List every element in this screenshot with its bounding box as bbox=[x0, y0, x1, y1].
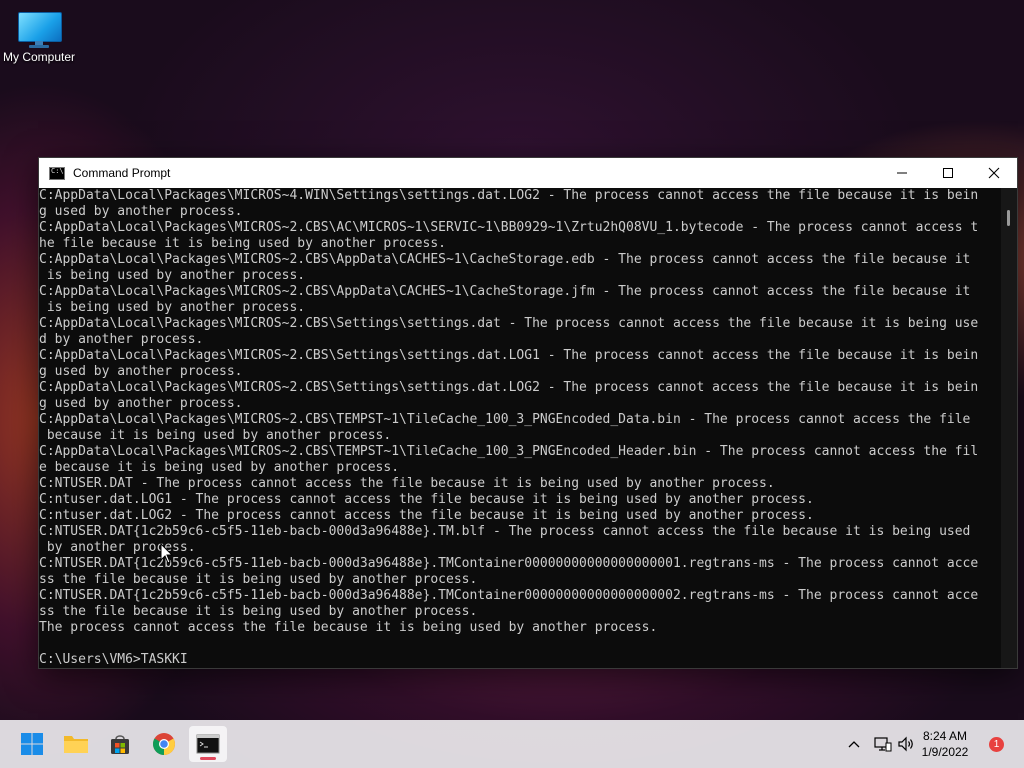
mouse-cursor-icon bbox=[160, 543, 174, 564]
terminal-icon bbox=[196, 734, 220, 754]
console-line: ss the file because it is being used by … bbox=[39, 604, 478, 619]
store-bag-icon bbox=[111, 735, 129, 754]
taskbar: 8:24 AM 1/9/2022 1 bbox=[0, 720, 1024, 768]
window-titlebar[interactable]: Command Prompt bbox=[39, 158, 1017, 188]
close-icon bbox=[988, 167, 1000, 179]
console-line: C:NTUSER.DAT{1c2b59c6-c5f5-11eb-bacb-000… bbox=[39, 524, 971, 539]
chrome-icon bbox=[153, 733, 175, 755]
chevron-up-icon bbox=[848, 741, 860, 748]
console-line: C:AppData\Local\Packages\MICROS~2.CBS\Ap… bbox=[39, 284, 971, 299]
system-tray bbox=[845, 720, 917, 768]
console-line: is being used by another process. bbox=[39, 300, 306, 315]
maximize-icon bbox=[943, 168, 953, 178]
console-line: e because it is being used by another pr… bbox=[39, 460, 400, 475]
taskbar-file-explorer[interactable] bbox=[57, 726, 95, 762]
console-line: g used by another process. bbox=[39, 204, 243, 219]
windows-logo-icon bbox=[21, 733, 43, 755]
clock-time: 8:24 AM bbox=[922, 729, 968, 743]
network-icon bbox=[874, 737, 892, 752]
console-line: C:AppData\Local\Packages\MICROS~2.CBS\Se… bbox=[39, 348, 979, 363]
command-prompt-window[interactable]: Command Prompt C:AppData\Local\Packages\… bbox=[38, 157, 1018, 669]
console-line: is being used by another process. bbox=[39, 268, 306, 283]
console-line: because it is being used by another proc… bbox=[39, 428, 392, 443]
active-app-indicator bbox=[200, 757, 216, 760]
close-button[interactable] bbox=[971, 158, 1017, 188]
monitor-icon bbox=[18, 12, 62, 48]
console-line: C:AppData\Local\Packages\MICROS~2.CBS\Se… bbox=[39, 380, 979, 395]
console-line: C:ntuser.dat.LOG1 - The process cannot a… bbox=[39, 492, 814, 507]
clock-button[interactable]: 8:24 AM 1/9/2022 bbox=[910, 728, 980, 760]
start-button[interactable] bbox=[13, 726, 51, 762]
tray-overflow-button[interactable] bbox=[845, 740, 863, 748]
console-line: C:AppData\Local\Packages\MICROS~2.CBS\TE… bbox=[39, 412, 971, 427]
console-line: C:NTUSER.DAT{1c2b59c6-c5f5-11eb-bacb-000… bbox=[39, 556, 979, 571]
console-line: C:NTUSER.DAT - The process cannot access… bbox=[39, 476, 775, 491]
console-line: g used by another process. bbox=[39, 364, 243, 379]
cmd-app-icon bbox=[49, 166, 65, 180]
minimize-icon bbox=[897, 172, 907, 174]
network-button[interactable] bbox=[871, 736, 895, 752]
desktop-icon-label: My Computer bbox=[2, 50, 76, 64]
console-scrollbar[interactable] bbox=[1001, 188, 1017, 668]
console-line: C:AppData\Local\Packages\MICROS~2.CBS\TE… bbox=[39, 444, 979, 459]
taskbar-chrome[interactable] bbox=[145, 726, 183, 762]
console-line: C:NTUSER.DAT{1c2b59c6-c5f5-11eb-bacb-000… bbox=[39, 588, 979, 603]
maximize-button[interactable] bbox=[925, 158, 971, 188]
console-output[interactable]: C:AppData\Local\Packages\MICROS~4.WIN\Se… bbox=[39, 188, 1001, 668]
console-line: C:ntuser.dat.LOG2 - The process cannot a… bbox=[39, 508, 814, 523]
console-line: C:AppData\Local\Packages\MICROS~4.WIN\Se… bbox=[39, 188, 979, 203]
scrollbar-thumb[interactable] bbox=[1007, 210, 1010, 226]
folder-icon bbox=[64, 736, 88, 753]
console-line: C:AppData\Local\Packages\MICROS~2.CBS\Ap… bbox=[39, 252, 971, 267]
clock-date: 1/9/2022 bbox=[921, 745, 969, 759]
window-title: Command Prompt bbox=[73, 166, 171, 180]
console-line: he file because it is being used by anot… bbox=[39, 236, 446, 251]
console-line: The process cannot access the file becau… bbox=[39, 620, 658, 635]
taskbar-store[interactable] bbox=[101, 726, 139, 762]
console-line: ss the file because it is being used by … bbox=[39, 572, 478, 587]
desktop-icon-my-computer[interactable]: My Computer bbox=[0, 8, 78, 64]
console-line: C:AppData\Local\Packages\MICROS~2.CBS\Se… bbox=[39, 316, 979, 331]
console-line: g used by another process. bbox=[39, 396, 243, 411]
taskbar-command-prompt[interactable] bbox=[189, 726, 227, 762]
console-line: C:AppData\Local\Packages\MICROS~2.CBS\AC… bbox=[39, 220, 979, 235]
console-line: C:\Users\VM6>TASKKI bbox=[39, 652, 188, 667]
minimize-button[interactable] bbox=[879, 158, 925, 188]
console-line: by another process. bbox=[39, 540, 196, 555]
console-line: d by another process. bbox=[39, 332, 204, 347]
notification-badge[interactable]: 1 bbox=[989, 737, 1004, 752]
